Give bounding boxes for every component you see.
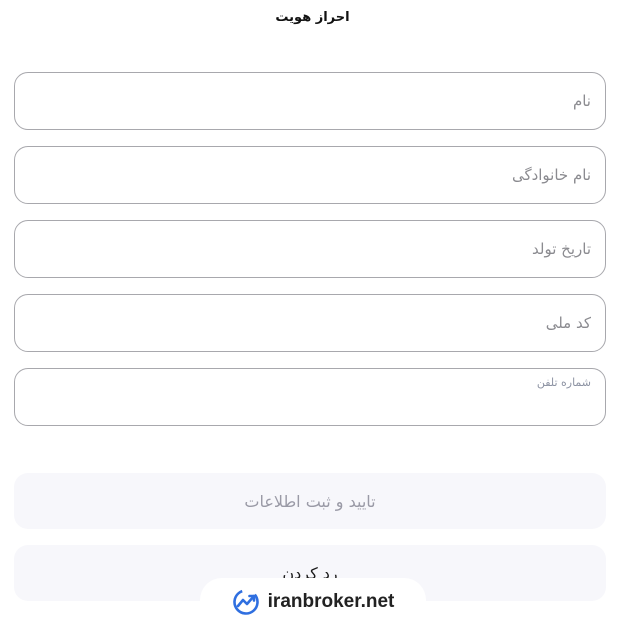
watermark-text: iranbroker.net (267, 591, 395, 612)
page-title: احراز هویت (275, 10, 350, 25)
identity-verification-page: احراز هویت شماره تلفن تایید و ثبت اطلاعا… (0, 0, 625, 623)
first-name-input[interactable] (15, 73, 605, 129)
phone-field[interactable]: شماره تلفن (14, 368, 606, 426)
birth-date-input[interactable] (15, 221, 605, 277)
watermark: iranbroker.net (200, 578, 426, 623)
birth-date-field[interactable] (14, 220, 606, 278)
last-name-field[interactable] (14, 146, 606, 204)
national-code-input[interactable] (15, 295, 605, 351)
last-name-input[interactable] (15, 147, 605, 203)
national-code-field[interactable] (14, 294, 606, 352)
trend-chart-icon (232, 589, 259, 615)
phone-input[interactable] (15, 369, 605, 425)
first-name-field[interactable] (14, 72, 606, 130)
phone-label: شماره تلفن (536, 376, 591, 389)
confirm-submit-button[interactable]: تایید و ثبت اطلاعات (14, 473, 606, 529)
